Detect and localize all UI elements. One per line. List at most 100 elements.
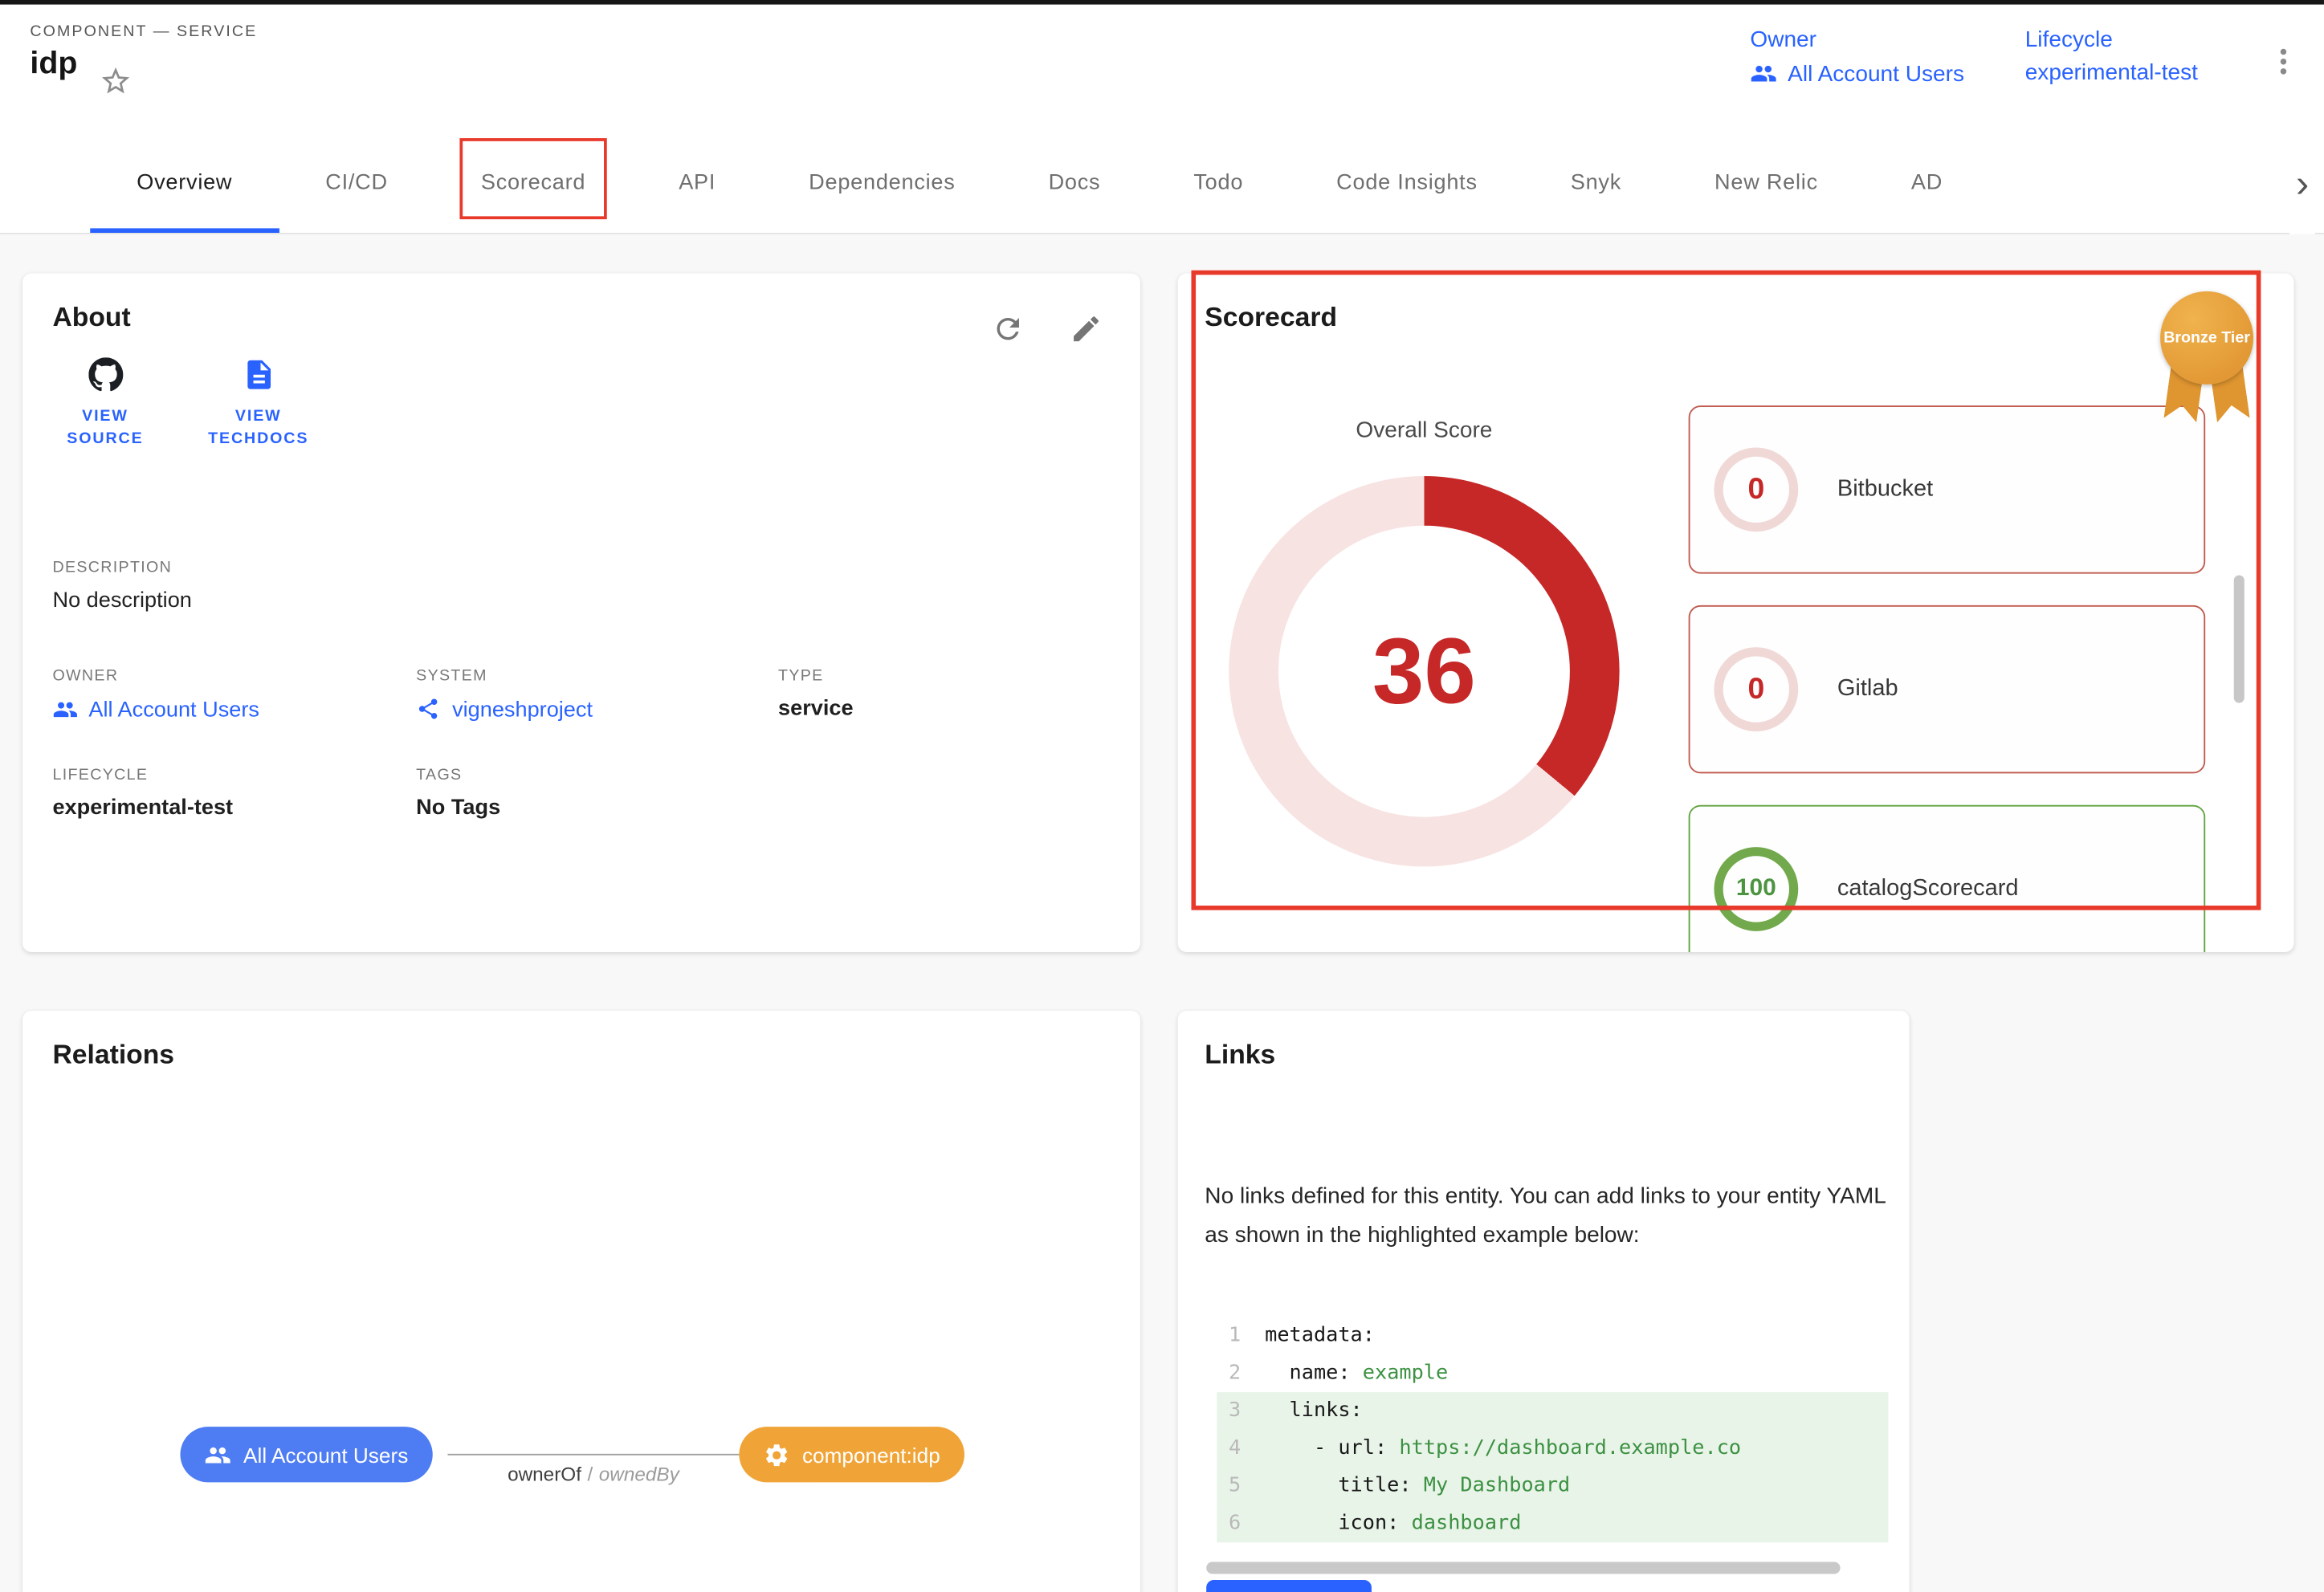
tab-label: Snyk — [1571, 170, 1621, 194]
tab-label: New Relic — [1714, 170, 1818, 194]
score-name: Gitlab — [1837, 676, 1898, 703]
scorecard-list: 0 Bitbucket 0 Gitlab 100 catalogScorecar… — [1689, 405, 2206, 952]
lifecycle-label: Lifecycle — [2025, 27, 2198, 53]
code-value: example — [1363, 1354, 1448, 1392]
overall-score-label: Overall Score — [1229, 417, 1619, 443]
system-field-link[interactable]: vigneshproject — [416, 697, 593, 723]
about-card: About VIEW SOURCE VIEW TECHDOCS — [22, 273, 1140, 952]
score-ring: 0 — [1714, 447, 1798, 531]
owner-field-link[interactable]: All Account Users — [52, 697, 259, 723]
tab-label: Overview — [137, 170, 232, 194]
more-options-icon[interactable] — [2265, 43, 2302, 79]
group-icon — [1750, 60, 1777, 88]
code-horizontal-scrollbar[interactable] — [1206, 1562, 1840, 1574]
owner-label: Owner — [1750, 27, 1964, 53]
relation-edge — [447, 1454, 739, 1456]
scorecard-item-bitbucket[interactable]: 0 Bitbucket — [1689, 405, 2206, 574]
tab-new-relic[interactable]: New Relic — [1668, 132, 1865, 233]
tab-bar: Overview CI/CD Scorecard API Dependencie… — [0, 132, 2324, 234]
lifecycle-field-label: LIFECYCLE — [52, 766, 148, 784]
code-text: links: — [1265, 1392, 1363, 1430]
scorecard-card: Scorecard Overall Score 36 0 Bitbucket 0… — [1178, 273, 2294, 952]
docs-icon — [241, 357, 275, 392]
view-techdocs-button[interactable]: VIEW TECHDOCS — [194, 357, 323, 450]
owner-value: All Account Users — [1788, 61, 1964, 87]
page-title: idp — [30, 47, 77, 83]
relations-title: Relations — [52, 1040, 174, 1071]
about-actions — [992, 312, 1103, 345]
line-number: 6 — [1217, 1504, 1241, 1542]
code-line-highlighted: 4 - url: https://dashboard.example.co — [1217, 1430, 1888, 1468]
score-value: 0 — [1747, 672, 1764, 706]
relation-node-component[interactable]: component:idp — [739, 1427, 964, 1482]
score-value: 100 — [1736, 876, 1776, 903]
page: COMPONENT — SERVICE idp Owner All Accoun… — [0, 0, 2324, 1592]
code-line-highlighted: 6 icon: dashboard — [1217, 1504, 1888, 1542]
entity-links: VIEW SOURCE VIEW TECHDOCS — [52, 357, 323, 450]
tab-label: AD — [1911, 170, 1943, 194]
lifecycle-field-value: experimental-test — [52, 796, 233, 820]
group-icon — [52, 697, 78, 723]
tab-docs[interactable]: Docs — [1002, 132, 1148, 233]
system-icon — [416, 697, 442, 723]
score-ring: 100 — [1714, 847, 1798, 931]
owner-field-label: OWNER — [52, 667, 118, 685]
code-line-highlighted: 5 title: My Dashboard — [1217, 1468, 1888, 1505]
tab-ad[interactable]: AD — [1865, 132, 1989, 233]
action-button-partial[interactable] — [1206, 1580, 1372, 1592]
code-text: icon: — [1265, 1504, 1411, 1542]
github-icon — [88, 357, 122, 392]
code-text: title: — [1265, 1468, 1424, 1505]
tags-field-value: No Tags — [416, 796, 500, 820]
refresh-icon[interactable] — [992, 312, 1025, 345]
tab-label: Dependencies — [809, 170, 955, 194]
lifecycle-value: experimental-test — [2025, 60, 2198, 86]
tab-label: Todo — [1193, 170, 1243, 194]
scorecard-item-catalogscorecard[interactable]: 100 catalogScorecard — [1689, 805, 2206, 952]
line-number: 5 — [1217, 1468, 1241, 1505]
tabs-scroll-right-icon[interactable]: › — [2290, 132, 2315, 234]
view-source-button[interactable]: VIEW SOURCE — [52, 357, 157, 450]
owner-field-value: All Account Users — [88, 698, 259, 722]
links-empty-text: No links defined for this entity. You ca… — [1205, 1178, 1888, 1256]
links-card: Links No links defined for this entity. … — [1178, 1011, 1910, 1592]
relation-node-owner[interactable]: All Account Users — [180, 1427, 432, 1482]
tab-label: Code Insights — [1336, 170, 1478, 194]
scorecard-scrollbar[interactable] — [2234, 575, 2244, 702]
code-line: 1 metadata: — [1217, 1317, 1888, 1355]
tab-overview[interactable]: Overview — [90, 132, 279, 233]
scorecard-item-gitlab[interactable]: 0 Gitlab — [1689, 605, 2206, 774]
line-number: 2 — [1217, 1354, 1241, 1392]
score-name: catalogScorecard — [1837, 876, 2019, 903]
owner-link[interactable]: All Account Users — [1750, 60, 1964, 88]
score-name: Bitbucket — [1837, 476, 1933, 503]
tab-todo[interactable]: Todo — [1147, 132, 1290, 233]
tab-dependencies[interactable]: Dependencies — [762, 132, 1001, 233]
tab-label: CI/CD — [325, 170, 388, 194]
top-border — [0, 0, 2324, 5]
system-field-value: vigneshproject — [452, 698, 593, 722]
view-source-label: VIEW SOURCE — [52, 405, 157, 450]
tags-field-label: TAGS — [416, 766, 462, 784]
yaml-code-block: 1metadata: 2 name: example 3 links: 4 - … — [1217, 1317, 1888, 1543]
edit-icon[interactable] — [1070, 312, 1103, 345]
tab-scorecard[interactable]: Scorecard — [434, 132, 632, 233]
tab-snyk[interactable]: Snyk — [1524, 132, 1668, 233]
edge-label-primary: ownerOf — [508, 1463, 581, 1485]
lifecycle-value-text: experimental-test — [2025, 60, 2198, 86]
tab-cicd[interactable]: CI/CD — [279, 132, 434, 233]
tab-api[interactable]: API — [632, 132, 762, 233]
edge-label-secondary: ownedBy — [599, 1463, 679, 1485]
code-text: metadata: — [1265, 1317, 1375, 1355]
overall-score-donut: 36 — [1229, 476, 1619, 866]
line-number: 1 — [1217, 1317, 1241, 1355]
header-owner: Owner All Account Users — [1750, 27, 1964, 88]
description-value: No description — [52, 588, 191, 613]
about-title: About — [52, 302, 130, 333]
view-techdocs-label: VIEW TECHDOCS — [194, 405, 323, 450]
tab-code-insights[interactable]: Code Insights — [1290, 132, 1524, 233]
code-text: - url: — [1265, 1430, 1399, 1468]
relation-node-owner-label: All Account Users — [243, 1443, 408, 1467]
favorite-star-icon[interactable] — [99, 64, 132, 97]
tab-label: Docs — [1049, 170, 1101, 194]
